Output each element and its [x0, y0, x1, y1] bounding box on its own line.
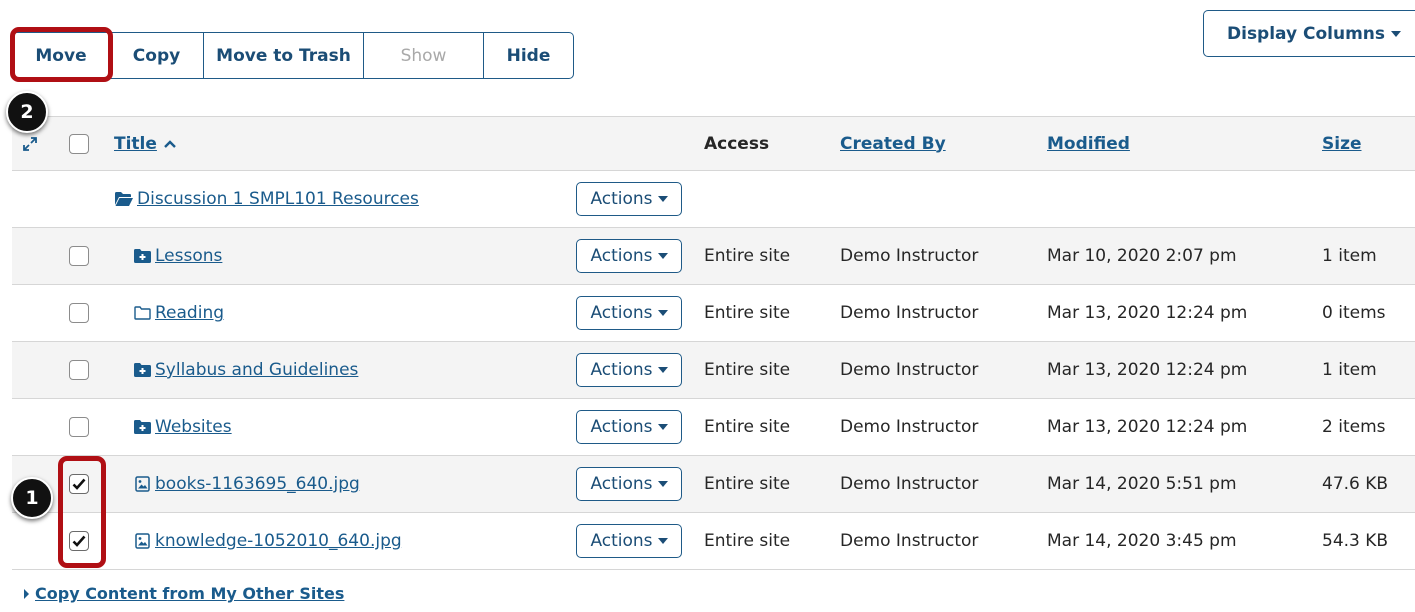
- row-select-checkbox[interactable]: [69, 360, 89, 380]
- actions-dropdown[interactable]: Actions: [576, 239, 682, 273]
- size-value: 54.3 KB: [1322, 531, 1389, 551]
- caret-down-icon: [657, 367, 668, 373]
- size-value: 1 item: [1322, 246, 1377, 266]
- table-row: Lessons Actions Entire site Demo Instructor…: [12, 228, 1415, 285]
- access-value: Entire site: [704, 474, 791, 494]
- select-all-checkbox[interactable]: [69, 133, 89, 154]
- caret-down-icon: [657, 196, 668, 202]
- created-by-value: Demo Instructor: [840, 360, 979, 380]
- image-file-icon: [132, 475, 152, 493]
- created-by-value: Demo Instructor: [840, 303, 979, 323]
- move-to-trash-button[interactable]: Move to Trash: [204, 32, 364, 79]
- modified-value: Mar 13, 2020 12:24 pm: [1047, 360, 1248, 380]
- table-row: Websites Actions Entire site Demo Instructo…: [12, 399, 1415, 456]
- show-button[interactable]: Show: [364, 32, 484, 79]
- folder-plus-icon: [132, 361, 152, 379]
- actions-dropdown[interactable]: Actions: [576, 353, 682, 387]
- item-title-link[interactable]: knowledge-1052010_640.jpg: [155, 531, 402, 551]
- hide-button[interactable]: Hide: [484, 32, 574, 79]
- created-by-value: Demo Instructor: [840, 246, 979, 266]
- folder-open-icon: [114, 190, 134, 208]
- step-1-badge: 1: [11, 477, 53, 519]
- item-title-link[interactable]: Reading: [155, 303, 224, 323]
- modified-value: Mar 13, 2020 12:24 pm: [1047, 303, 1248, 323]
- row-select-checkbox[interactable]: [69, 417, 89, 437]
- copy-content-link[interactable]: Copy Content from My Other Sites: [35, 584, 344, 603]
- created-by-value: Demo Instructor: [840, 417, 979, 437]
- access-value: Entire site: [704, 246, 791, 266]
- caret-down-icon: [657, 424, 668, 430]
- actions-label: Actions: [590, 303, 653, 323]
- item-title-link[interactable]: Syllabus and Guidelines: [155, 360, 358, 380]
- folder-outline-icon: [132, 304, 152, 322]
- access-value: Entire site: [704, 360, 791, 380]
- access-column-header: Access: [704, 133, 770, 154]
- actions-dropdown[interactable]: Actions: [576, 467, 682, 501]
- copy-button[interactable]: Copy: [110, 32, 204, 79]
- size-value: 1 item: [1322, 360, 1377, 380]
- created-by-value: Demo Instructor: [840, 531, 979, 551]
- created-by-value: Demo Instructor: [840, 474, 979, 494]
- table-row: Discussion 1 SMPL101 Resources Actions: [12, 171, 1415, 228]
- actions-label: Actions: [590, 474, 653, 494]
- modified-value: Mar 10, 2020 2:07 pm: [1047, 246, 1237, 266]
- caret-down-icon: [657, 253, 668, 259]
- modified-value: Mar 14, 2020 3:45 pm: [1047, 531, 1237, 551]
- modified-column-sort-link[interactable]: Modified: [1047, 134, 1130, 154]
- step-2-badge: 2: [6, 91, 48, 133]
- item-title-link[interactable]: Websites: [155, 417, 232, 437]
- created-by-column-sort-link[interactable]: Created By: [840, 134, 946, 154]
- actions-dropdown[interactable]: Actions: [576, 296, 682, 330]
- display-columns-label: Display Columns: [1227, 23, 1386, 44]
- actions-label: Actions: [590, 189, 653, 209]
- table-row: Syllabus and Guidelines Actions Entire sit…: [12, 342, 1415, 399]
- table-header-row: Title Access Created By Modified Size: [12, 116, 1415, 171]
- access-value: Entire site: [704, 531, 791, 551]
- row-select-checkbox[interactable]: [69, 246, 89, 266]
- resources-table: Title Access Created By Modified Size Di…: [12, 116, 1415, 570]
- caret-down-icon: [657, 538, 668, 544]
- actions-label: Actions: [590, 246, 653, 266]
- table-row: knowledge-1052010_640.jpg Actions Entire s…: [12, 513, 1415, 570]
- access-value: Entire site: [704, 417, 791, 437]
- row-select-checkbox[interactable]: [69, 303, 89, 323]
- size-column-sort-link[interactable]: Size: [1322, 134, 1362, 154]
- checkbox-highlight: [58, 456, 106, 568]
- image-file-icon: [132, 532, 152, 550]
- item-title-link[interactable]: Lessons: [155, 246, 222, 266]
- access-value: Entire site: [704, 303, 791, 323]
- item-title-link[interactable]: books-1163695_640.jpg: [155, 474, 360, 494]
- actions-dropdown[interactable]: Actions: [576, 182, 682, 216]
- table-row: Reading Actions Entire site Demo Instructor…: [12, 285, 1415, 342]
- title-column-sort-link[interactable]: Title: [114, 134, 157, 154]
- copy-content-toggle[interactable]: Copy Content from My Other Sites: [24, 584, 344, 603]
- caret-down-icon: [657, 481, 668, 487]
- actions-dropdown[interactable]: Actions: [576, 410, 682, 444]
- actions-label: Actions: [590, 417, 653, 437]
- folder-plus-icon: [132, 418, 152, 436]
- folder-plus-icon: [132, 247, 152, 265]
- modified-value: Mar 13, 2020 12:24 pm: [1047, 417, 1248, 437]
- sort-ascending-icon: [164, 139, 176, 148]
- actions-dropdown[interactable]: Actions: [576, 524, 682, 558]
- caret-down-icon: [657, 310, 668, 316]
- display-columns-button[interactable]: Display Columns: [1203, 10, 1415, 57]
- root-folder-link[interactable]: Discussion 1 SMPL101 Resources: [137, 189, 419, 209]
- size-value: 2 items: [1322, 417, 1386, 437]
- table-row: books-1163695_640.jpg Actions Entire site D…: [12, 456, 1415, 513]
- move-button-highlight: [10, 27, 113, 82]
- size-value: 0 items: [1322, 303, 1386, 323]
- size-value: 47.6 KB: [1322, 474, 1389, 494]
- modified-value: Mar 14, 2020 5:51 pm: [1047, 474, 1237, 494]
- actions-label: Actions: [590, 360, 653, 380]
- caret-right-icon: [24, 588, 29, 599]
- actions-label: Actions: [590, 531, 653, 551]
- caret-down-icon: [1391, 30, 1402, 37]
